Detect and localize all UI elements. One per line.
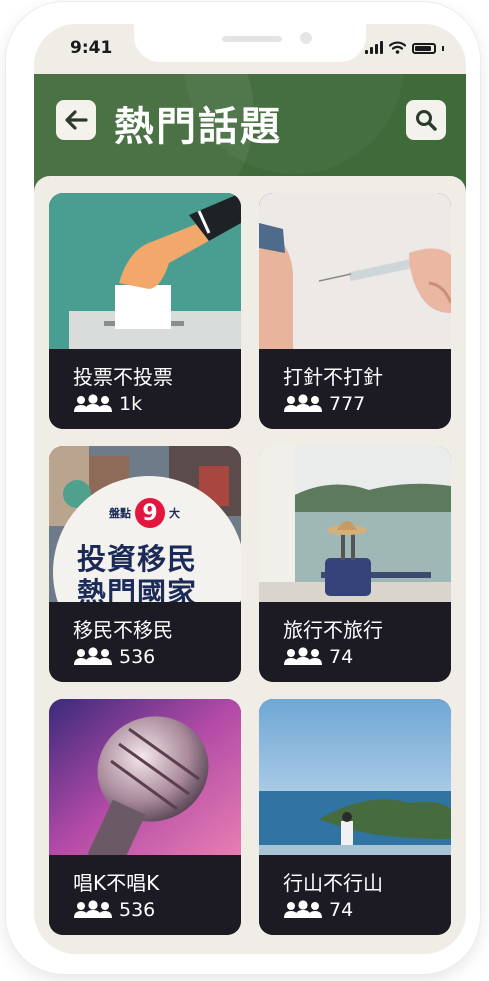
people-icon <box>74 647 112 665</box>
topic-title: 打針不打針 <box>283 365 383 389</box>
topic-title: 唱K不唱K <box>73 871 160 895</box>
poster-number: 9 <box>135 498 165 528</box>
participant-count: 1k <box>73 393 142 415</box>
poster-badge: 盤點 9 大 <box>109 498 180 528</box>
people-icon <box>284 647 322 665</box>
voting-image <box>49 193 241 349</box>
topic-grid: 投票不投票 1k 打針不打針 777 盤點 9 大 投資移民 熱門國家 移民不移… <box>34 176 466 954</box>
search-button[interactable] <box>406 100 446 140</box>
participant-count: 536 <box>73 899 155 921</box>
hiking-image <box>259 699 451 855</box>
people-icon <box>74 394 112 412</box>
topic-card-info: 打針不打針 777 <box>259 349 451 429</box>
front-camera <box>300 32 312 44</box>
travel-image <box>259 446 451 602</box>
status-time: 9:41 <box>70 38 113 58</box>
topic-title: 投票不投票 <box>73 365 173 389</box>
arrow-left-icon <box>65 110 88 130</box>
people-icon <box>284 394 322 412</box>
poster-suffix: 大 <box>169 507 180 520</box>
participant-count: 74 <box>283 899 353 921</box>
topic-card-hiking[interactable]: 行山不行山 74 <box>259 699 451 935</box>
topic-card-vaccine[interactable]: 打針不打針 777 <box>259 193 451 429</box>
participant-count: 777 <box>283 393 365 415</box>
topic-card-info: 移民不移民 536 <box>49 602 241 682</box>
count-value: 777 <box>329 393 366 415</box>
people-icon <box>74 900 112 918</box>
battery-icon <box>412 43 436 54</box>
topic-card-immigration[interactable]: 盤點 9 大 投資移民 熱門國家 移民不移民 536 <box>49 446 241 682</box>
topic-card-karaoke[interactable]: 唱K不唱K 536 <box>49 699 241 935</box>
status-bar: 9:41 <box>34 24 466 74</box>
topic-card-travel[interactable]: 旅行不旅行 74 <box>259 446 451 682</box>
page-title: 熱門話題 <box>114 104 282 150</box>
signal-icon <box>365 41 383 54</box>
topic-card-info: 投票不投票 1k <box>49 349 241 429</box>
speaker-grille <box>222 36 282 42</box>
status-icons <box>365 38 444 54</box>
vaccine-image <box>259 193 451 349</box>
count-value: 1k <box>119 393 143 415</box>
count-value: 536 <box>119 899 156 921</box>
karaoke-image <box>49 699 241 855</box>
back-button[interactable] <box>56 100 96 140</box>
count-value: 74 <box>329 646 354 668</box>
poster-line2: 熱門國家 <box>77 576 198 602</box>
participant-count: 74 <box>283 646 353 668</box>
count-value: 74 <box>329 899 354 921</box>
poster-prefix: 盤點 <box>109 507 131 520</box>
topic-card-info: 行山不行山 74 <box>259 855 451 935</box>
topic-title: 行山不行山 <box>283 871 383 895</box>
topic-card-voting[interactable]: 投票不投票 1k <box>49 193 241 429</box>
people-icon <box>284 900 322 918</box>
count-value: 536 <box>119 646 156 668</box>
search-icon <box>416 110 437 131</box>
immigration-image: 盤點 9 大 投資移民 熱門國家 <box>49 446 241 602</box>
app-screen: 9:41 熱門話題 投票不投票 1k 打針不打針 777 盤點 9 大 投資移民… <box>34 24 466 954</box>
topic-card-info: 旅行不旅行 74 <box>259 602 451 682</box>
topic-card-info: 唱K不唱K 536 <box>49 855 241 935</box>
phone-frame: 9:41 熱門話題 投票不投票 1k 打針不打針 777 盤點 9 大 投資移民… <box>6 2 480 974</box>
topic-title: 移民不移民 <box>73 618 173 642</box>
notch <box>134 24 366 62</box>
wifi-icon <box>389 41 406 54</box>
participant-count: 536 <box>73 646 155 668</box>
battery-tip <box>442 46 444 51</box>
topic-title: 旅行不旅行 <box>283 618 383 642</box>
